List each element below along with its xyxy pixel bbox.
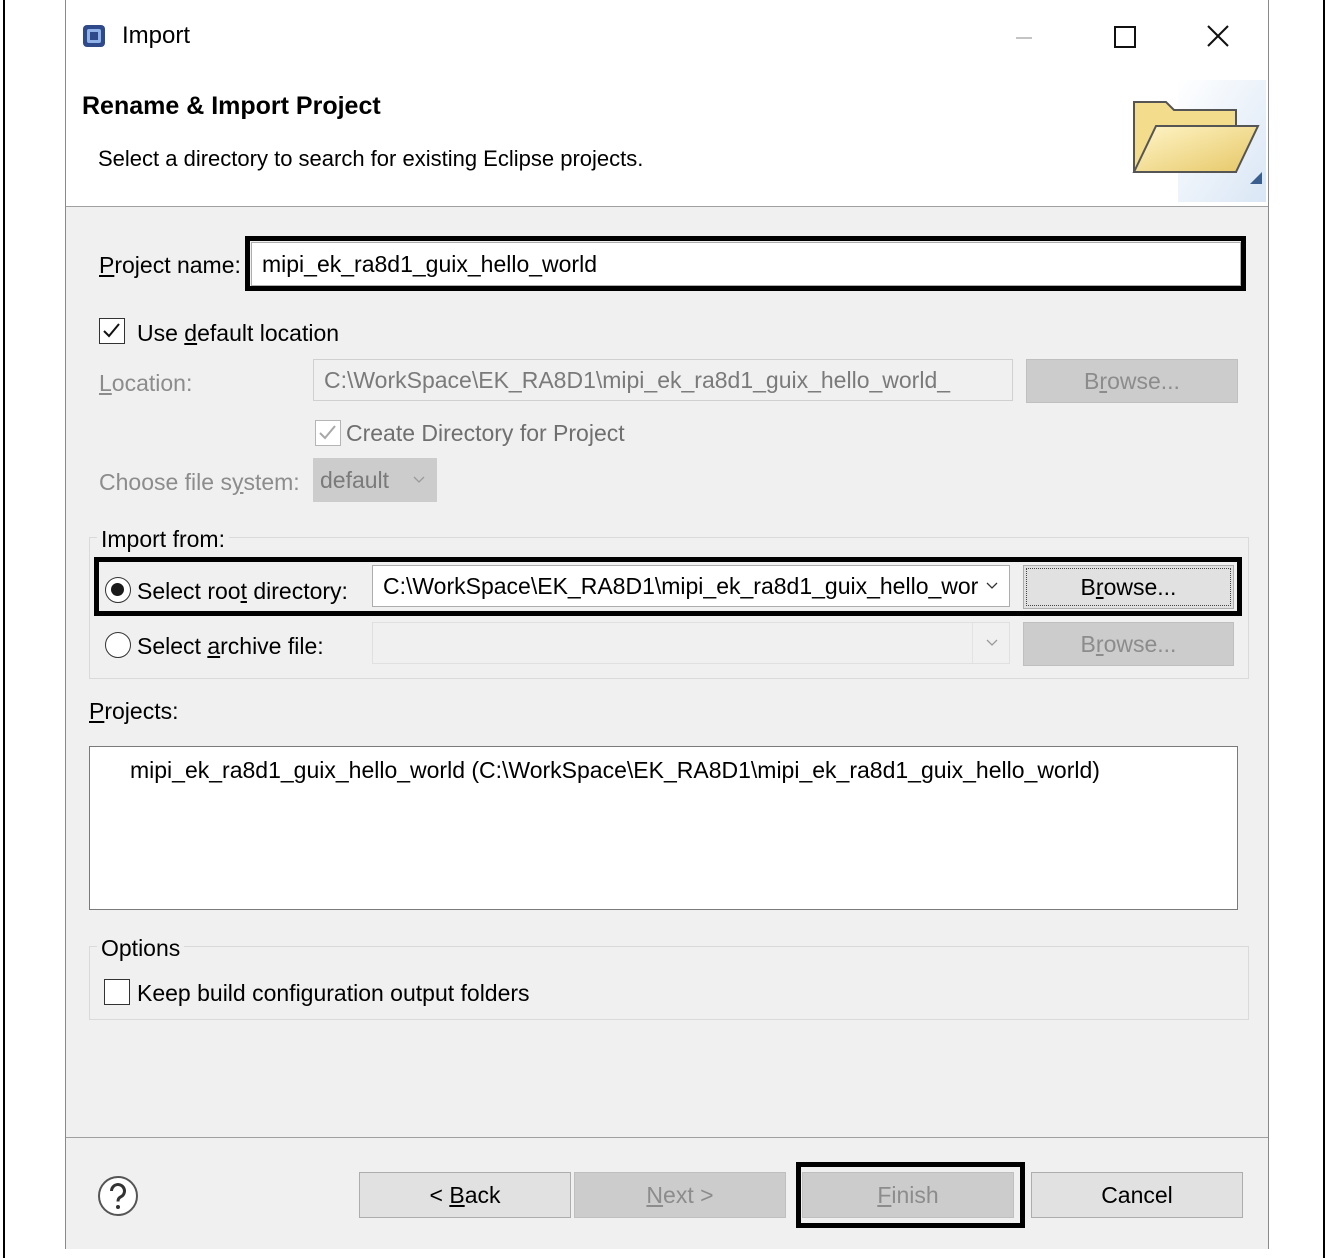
- finish-button[interactable]: Finish: [802, 1172, 1014, 1218]
- archive-file-browse-button[interactable]: Br owse...: [1023, 622, 1234, 666]
- wizard-header: Rename & Import Project Select a directo…: [66, 74, 1268, 207]
- eclipse-app-icon: [83, 25, 105, 47]
- page-title: Rename & Import Project: [82, 92, 381, 120]
- archive-file-combo[interactable]: [372, 622, 1010, 664]
- create-directory-checkbox[interactable]: [315, 420, 341, 446]
- root-directory-label: Select root directory:: [137, 578, 348, 604]
- maximize-button[interactable]: [1096, 14, 1152, 60]
- project-name-value: mipi_ek_ra8d1_guix_hello_world: [262, 250, 597, 277]
- location-value: C:\WorkSpace\EK_RA8D1\mipi_ek_ra8d1_guix…: [324, 366, 951, 393]
- combo-separator: [972, 623, 973, 663]
- chevron-down-icon: [979, 566, 999, 606]
- root-directory-radio[interactable]: [105, 577, 131, 603]
- import-dialog: Import Rename & Import Project Select a …: [65, 0, 1269, 1249]
- project-name-label: Project name:: [99, 252, 241, 278]
- file-system-label: Choose file system:: [99, 469, 300, 495]
- title-bar: Import: [66, 0, 1268, 74]
- close-button[interactable]: [1190, 14, 1246, 60]
- project-name-input[interactable]: mipi_ek_ra8d1_guix_hello_world: [251, 242, 1241, 286]
- page-right-border: [1323, 0, 1325, 1258]
- root-directory-value: C:\WorkSpace\EK_RA8D1\mipi_ek_ra8d1_guix…: [383, 572, 979, 599]
- wizard-footer: < Back Next > Finish Cancel: [66, 1137, 1268, 1249]
- open-folder-icon: [1132, 80, 1266, 202]
- cancel-button[interactable]: Cancel: [1031, 1172, 1243, 1218]
- keep-build-label: Keep build configuration output folders: [137, 980, 530, 1006]
- chevron-down-icon: [985, 623, 999, 663]
- location-label: Location:: [99, 370, 193, 396]
- archive-file-radio[interactable]: [105, 632, 131, 658]
- keep-build-checkbox[interactable]: [104, 979, 130, 1005]
- maximize-icon: [1114, 26, 1136, 48]
- project-list-item[interactable]: mipi_ek_ra8d1_guix_hello_world (C:\WorkS…: [130, 757, 1100, 784]
- projects-list[interactable]: mipi_ek_ra8d1_guix_hello_world (C:\WorkS…: [89, 746, 1238, 910]
- back-button[interactable]: < Back: [359, 1172, 571, 1218]
- archive-file-label: Select archive file:: [137, 633, 324, 659]
- chevron-down-icon: [412, 459, 426, 501]
- minimize-icon: [1016, 37, 1032, 39]
- page-left-border: [3, 0, 5, 1258]
- window-title: Import: [122, 22, 191, 49]
- use-default-location-checkbox[interactable]: [99, 318, 125, 344]
- next-button[interactable]: Next >: [574, 1172, 786, 1218]
- checkmark-icon: [319, 425, 336, 440]
- page-description: Select a directory to search for existin…: [98, 146, 644, 171]
- create-directory-label: Create Directory for Project: [346, 420, 625, 446]
- file-system-value: default: [320, 466, 390, 493]
- help-icon[interactable]: [96, 1174, 140, 1218]
- use-default-location-label: Use default location: [137, 320, 340, 346]
- import-from-title: Import from:: [97, 526, 229, 553]
- radio-selected-dot: [111, 583, 124, 596]
- close-icon: [1207, 25, 1229, 47]
- options-title: Options: [97, 935, 185, 962]
- location-browse-button[interactable]: Br owse...: [1026, 359, 1238, 403]
- location-input[interactable]: C:\WorkSpace\EK_RA8D1\mipi_ek_ra8d1_guix…: [313, 359, 1013, 401]
- checkmark-icon: [103, 323, 120, 338]
- minimize-button[interactable]: [996, 14, 1052, 60]
- file-system-select[interactable]: default: [313, 458, 437, 502]
- root-directory-browse-button[interactable]: Br owse...: [1023, 565, 1234, 609]
- root-directory-combo[interactable]: C:\WorkSpace\EK_RA8D1\mipi_ek_ra8d1_guix…: [372, 565, 1010, 607]
- projects-label: Projects:: [89, 698, 179, 724]
